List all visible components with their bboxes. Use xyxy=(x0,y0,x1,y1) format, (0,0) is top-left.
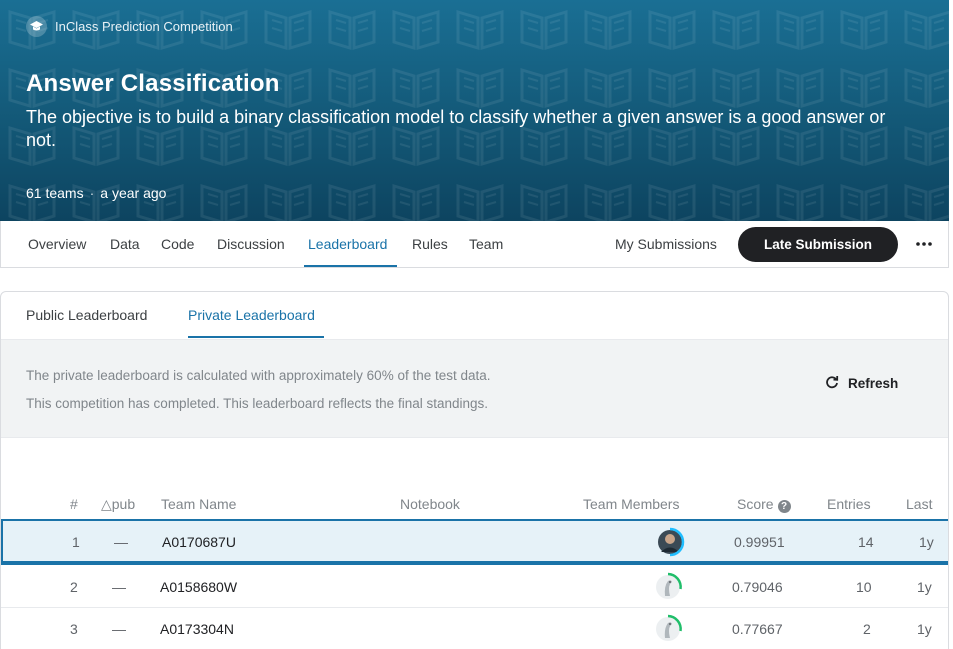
info-text-completed: This competition has completed. This lea… xyxy=(26,396,488,411)
tab-data[interactable]: Data xyxy=(110,236,140,252)
score: 0.99951 xyxy=(734,534,785,550)
competition-nav: Overview Data Code Discussion Leaderboar… xyxy=(0,221,949,268)
team-name[interactable]: A0170687U xyxy=(162,534,236,550)
score: 0.79046 xyxy=(732,579,783,595)
table-row[interactable]: 1 — A0170687U 0.99951 14 1y xyxy=(1,519,948,565)
leaderboard-tabs: Public Leaderboard Private Leaderboard xyxy=(1,292,948,339)
column-team-members[interactable]: Team Members xyxy=(583,496,679,512)
delta-public: — xyxy=(112,579,126,595)
competition-description: The objective is to build a binary class… xyxy=(26,107,886,150)
team-member-avatar[interactable] xyxy=(655,527,685,557)
refresh-label: Refresh xyxy=(848,376,899,391)
column-last[interactable]: Last xyxy=(906,496,932,512)
tab-code[interactable]: Code xyxy=(161,236,194,252)
team-count: 61 teams xyxy=(26,185,84,201)
column-notebook[interactable]: Notebook xyxy=(400,496,460,512)
competition-type: InClass Prediction Competition xyxy=(26,16,233,37)
meta-separator: · xyxy=(89,185,95,201)
column-rank[interactable]: # xyxy=(70,496,78,512)
column-team-name[interactable]: Team Name xyxy=(161,496,236,512)
info-text-private: The private leaderboard is calculated wi… xyxy=(26,368,491,383)
tab-public-leaderboard[interactable]: Public Leaderboard xyxy=(26,307,147,323)
column-delta-public[interactable]: △pub xyxy=(101,496,135,513)
page-title: Answer Classification xyxy=(26,70,280,97)
competition-age: a year ago xyxy=(100,185,167,201)
rank: 2 xyxy=(70,579,78,595)
table-row[interactable]: 3 — A0173304N 0.77667 2 1y xyxy=(1,608,948,649)
tab-overview[interactable]: Overview xyxy=(28,236,86,252)
rank: 1 xyxy=(72,534,80,550)
rank: 3 xyxy=(70,621,78,637)
last-submission: 1y xyxy=(919,534,934,550)
tab-discussion[interactable]: Discussion xyxy=(217,236,285,252)
column-score-label: Score xyxy=(737,496,774,512)
active-subtab-indicator xyxy=(188,336,324,338)
my-submissions-link[interactable]: My Submissions xyxy=(615,236,717,252)
table-header: # △pub Team Name Notebook Team Members S… xyxy=(1,496,948,516)
team-member-avatar[interactable] xyxy=(653,572,683,602)
competition-header: InClass Prediction Competition Answer Cl… xyxy=(0,0,949,221)
delta-public: — xyxy=(112,621,126,637)
help-icon[interactable]: ? xyxy=(777,500,791,513)
tab-rules[interactable]: Rules xyxy=(412,236,448,252)
leaderboard-info: The private leaderboard is calculated wi… xyxy=(1,339,948,438)
column-score[interactable]: Score? xyxy=(737,496,791,513)
table-row[interactable]: 2 — A0158680W 0.79046 10 1y xyxy=(1,566,948,608)
tab-leaderboard[interactable]: Leaderboard xyxy=(308,236,387,252)
team-name[interactable]: A0173304N xyxy=(160,621,234,637)
late-submission-button[interactable]: Late Submission xyxy=(738,227,898,262)
team-name[interactable]: A0158680W xyxy=(160,579,237,595)
team-member-avatar[interactable] xyxy=(653,614,683,644)
more-horizontal-icon[interactable] xyxy=(913,234,935,254)
tab-team[interactable]: Team xyxy=(469,236,503,252)
active-tab-indicator xyxy=(304,265,397,267)
graduation-cap-icon xyxy=(26,16,47,37)
entries: 2 xyxy=(863,621,871,637)
leaderboard-card: Public Leaderboard Private Leaderboard T… xyxy=(0,291,949,649)
refresh-button[interactable]: Refresh xyxy=(825,375,898,392)
entries: 10 xyxy=(856,579,872,595)
competition-type-label: InClass Prediction Competition xyxy=(55,19,233,34)
last-submission: 1y xyxy=(917,621,932,637)
score: 0.77667 xyxy=(732,621,783,637)
column-entries[interactable]: Entries xyxy=(827,496,871,512)
refresh-icon xyxy=(825,375,839,392)
tab-private-leaderboard[interactable]: Private Leaderboard xyxy=(188,307,315,323)
competition-meta: 61 teams · a year ago xyxy=(26,185,166,201)
delta-public: — xyxy=(114,534,128,550)
entries: 14 xyxy=(858,534,874,550)
last-submission: 1y xyxy=(917,579,932,595)
